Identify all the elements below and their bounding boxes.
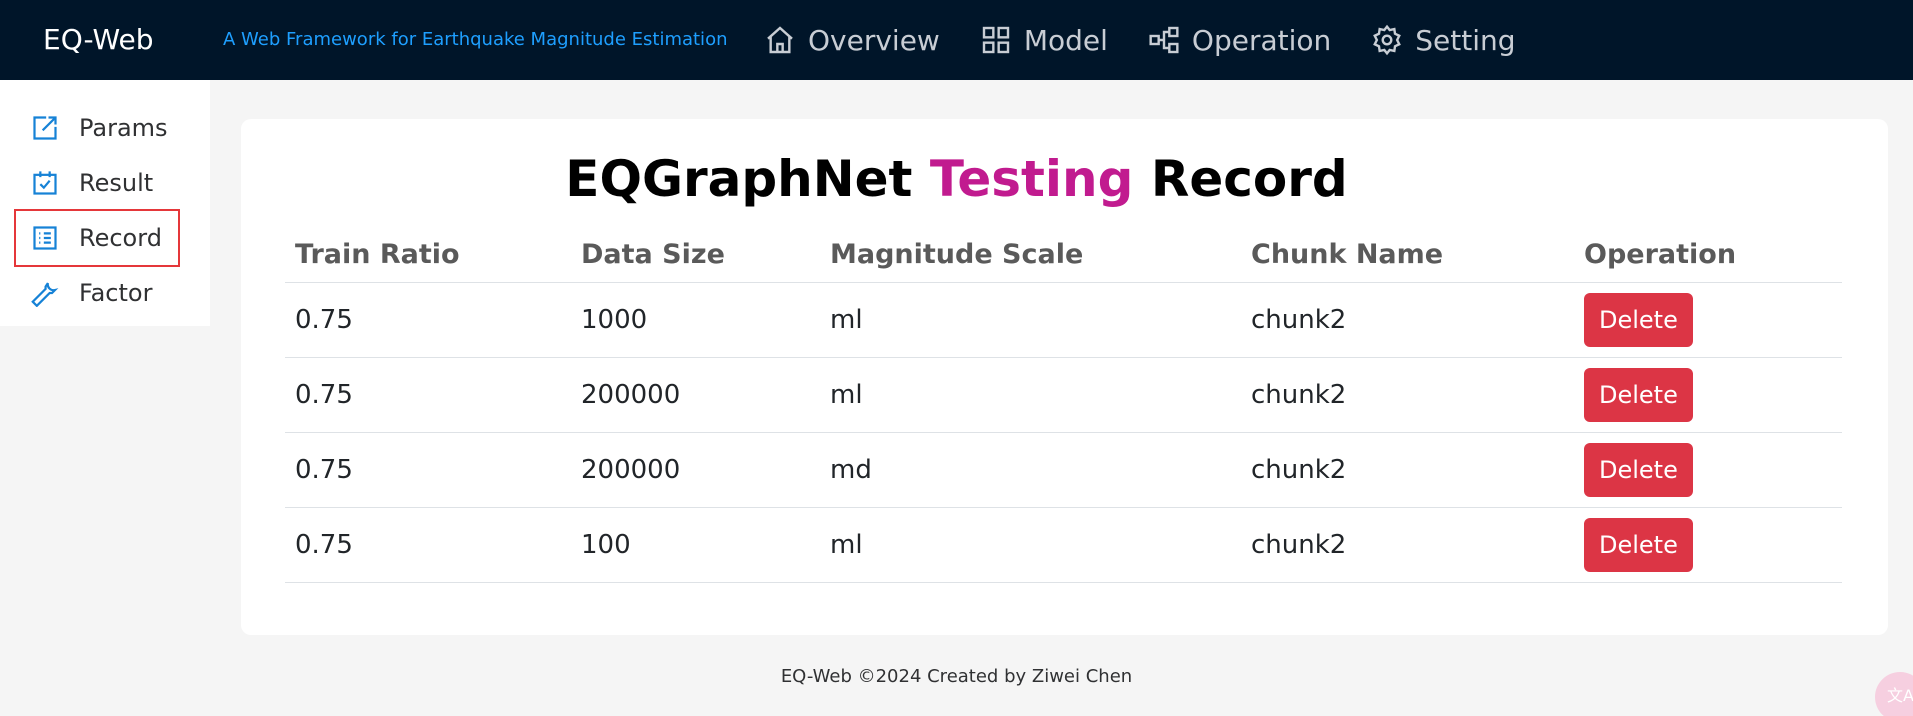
page-title: EQGraphNet Testing Record	[0, 150, 1913, 208]
cell-train-ratio: 0.75	[285, 432, 571, 508]
sidebar-item-factor[interactable]: Factor	[16, 266, 178, 320]
cell-magnitude-scale: ml	[820, 357, 1241, 433]
nav-item-overview[interactable]: Overview	[764, 24, 940, 57]
top-header: EQ-Web A Web Framework for Earthquake Ma…	[0, 0, 1913, 80]
nav-label: Overview	[808, 23, 940, 57]
table-row: 0.75 200000 md chunk2 Delete	[285, 432, 1842, 508]
grid-icon	[982, 26, 1010, 54]
footer-text: EQ-Web ©2024 Created by Ziwei Chen	[780, 666, 1133, 687]
delete-button[interactable]: Delete	[1584, 292, 1693, 347]
cell-magnitude-scale: ml	[820, 282, 1241, 358]
nav-label: Model	[1023, 23, 1108, 57]
cell-operation: Delete	[1574, 507, 1842, 583]
delete-button[interactable]: Delete	[1584, 442, 1693, 497]
cell-magnitude-scale: md	[820, 432, 1241, 508]
table-header-row: Train Ratio Data Size Magnitude Scale Ch…	[285, 228, 1842, 283]
table-row: 0.75 100 ml chunk2 Delete	[285, 507, 1842, 583]
cell-operation: Delete	[1574, 357, 1842, 433]
cell-operation: Delete	[1574, 432, 1842, 508]
wrench-icon	[31, 282, 59, 307]
column-header-train-ratio: Train Ratio	[285, 228, 571, 283]
list-icon	[33, 226, 57, 250]
title-part1: EQGraphNet	[565, 150, 930, 208]
records-table: Train Ratio Data Size Magnitude Scale Ch…	[285, 228, 1842, 583]
delete-button[interactable]: Delete	[1584, 367, 1693, 422]
nav-item-setting[interactable]: Setting	[1371, 23, 1516, 57]
cell-train-ratio: 0.75	[285, 282, 571, 358]
cell-chunk-name: chunk2	[1241, 282, 1574, 358]
cell-data-size: 200000	[571, 432, 820, 508]
cell-magnitude-scale: ml	[820, 507, 1241, 583]
nav-item-operation[interactable]: Operation	[1148, 24, 1331, 57]
delete-button[interactable]: Delete	[1584, 517, 1693, 572]
column-header-magnitude-scale: Magnitude Scale	[820, 228, 1241, 283]
sidebar-item-record[interactable]: Record	[14, 209, 180, 267]
cell-data-size: 200000	[571, 357, 820, 433]
gear-icon	[1373, 24, 1402, 56]
sidebar-item-label: Record	[79, 224, 162, 252]
app-tagline: A Web Framework for Earthquake Magnitude…	[223, 29, 728, 50]
column-header-operation: Operation	[1574, 228, 1842, 283]
sidebar-item-label: Params	[79, 114, 168, 142]
cell-data-size: 1000	[571, 282, 820, 358]
brand-logo-text[interactable]: EQ-Web	[43, 0, 154, 80]
cell-data-size: 100	[571, 507, 820, 583]
title-part2: Record	[1133, 150, 1348, 208]
sidebar-item-params[interactable]: Params	[16, 101, 178, 155]
column-header-chunk-name: Chunk Name	[1241, 228, 1574, 283]
nav-item-model[interactable]: Model	[980, 24, 1108, 57]
cell-operation: Delete	[1574, 282, 1842, 358]
cell-chunk-name: chunk2	[1241, 507, 1574, 583]
cell-train-ratio: 0.75	[285, 507, 571, 583]
cell-chunk-name: chunk2	[1241, 357, 1574, 433]
nav-label: Operation	[1191, 23, 1332, 57]
table-row: 0.75 1000 ml chunk2 Delete	[285, 282, 1842, 358]
title-highlight: Testing	[929, 150, 1134, 208]
cell-train-ratio: 0.75	[285, 357, 571, 433]
cell-chunk-name: chunk2	[1241, 432, 1574, 508]
column-header-data-size: Data Size	[571, 228, 820, 283]
hierarchy-icon	[1149, 26, 1179, 54]
sidebar-item-label: Factor	[79, 279, 153, 307]
home-icon	[767, 26, 793, 54]
edit-icon	[33, 116, 57, 140]
table-row: 0.75 200000 ml chunk2 Delete	[285, 357, 1842, 433]
nav-label: Setting	[1415, 23, 1516, 57]
top-nav: Overview Model Operation Setting	[764, 0, 1556, 80]
